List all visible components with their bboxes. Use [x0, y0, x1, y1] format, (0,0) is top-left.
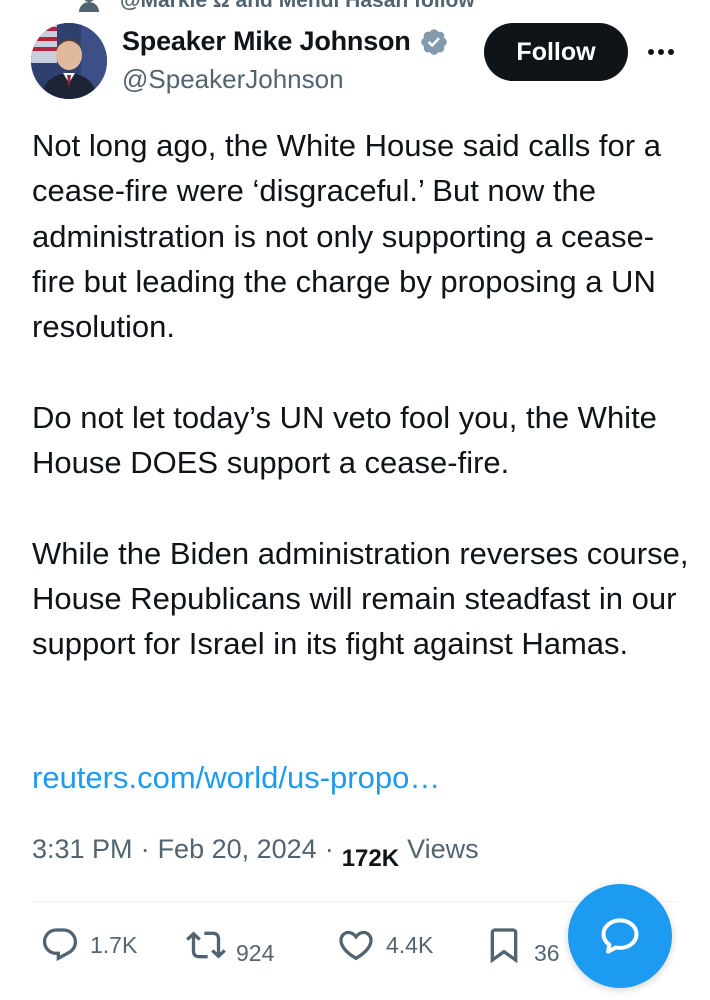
- retweet-icon: [186, 931, 226, 959]
- tweet-paragraph: Do not let today’s UN veto fool you, the…: [32, 399, 657, 481]
- more-horizontal-icon[interactable]: [644, 38, 678, 66]
- tweet-paragraph: While the Biden administration reverses …: [32, 535, 689, 662]
- tweet-text: Not long ago, the White House said calls…: [32, 123, 692, 667]
- person-icon: [78, 0, 100, 12]
- verified-badge-icon[interactable]: [419, 27, 449, 57]
- heart-icon: [339, 930, 373, 961]
- views-label[interactable]: Views: [407, 834, 479, 865]
- retweet-count: 924: [236, 939, 275, 966]
- tweet-meta: 3:31 PM · Feb 20, 2024 · 172K Views: [32, 834, 479, 872]
- display-name[interactable]: Speaker Mike Johnson: [122, 26, 411, 57]
- tweet-date[interactable]: Feb 20, 2024: [158, 834, 317, 865]
- reply-button[interactable]: 1.7K: [40, 925, 137, 965]
- avatar[interactable]: [31, 23, 107, 99]
- bookmark-count: 36: [534, 939, 560, 966]
- author-handle[interactable]: @SpeakerJohnson: [122, 64, 344, 95]
- reply-icon: [42, 928, 78, 962]
- bookmark-icon: [490, 928, 518, 964]
- compose-message-button[interactable]: [568, 884, 672, 988]
- meta-separator: ·: [140, 834, 150, 864]
- like-count: 4.4K: [386, 931, 434, 958]
- author-name-row[interactable]: Speaker Mike Johnson: [122, 26, 449, 57]
- like-button[interactable]: 4.4K: [336, 925, 433, 965]
- social-context-text: @Markie Ω and Mehdi Hasan follow: [120, 0, 475, 12]
- more-dot: [648, 49, 654, 55]
- follow-button[interactable]: Follow: [484, 23, 628, 81]
- social-context[interactable]: @Markie Ω and Mehdi Hasan follow: [78, 0, 475, 12]
- meta-separator: ·: [324, 834, 334, 864]
- more-dot: [668, 49, 674, 55]
- bookmark-button[interactable]: 36: [484, 925, 560, 966]
- reply-count: 1.7K: [90, 931, 138, 958]
- more-dot: [658, 49, 664, 55]
- avatar-image: [31, 23, 107, 99]
- retweet-button[interactable]: 924: [186, 925, 275, 966]
- message-bubble-icon: [601, 918, 639, 954]
- tweet-time[interactable]: 3:31 PM: [32, 834, 133, 865]
- views-count[interactable]: 172K: [342, 845, 399, 873]
- tweet-link[interactable]: reuters.com/world/us-propo…: [32, 760, 440, 796]
- tweet-paragraph: Not long ago, the White House said calls…: [32, 128, 661, 345]
